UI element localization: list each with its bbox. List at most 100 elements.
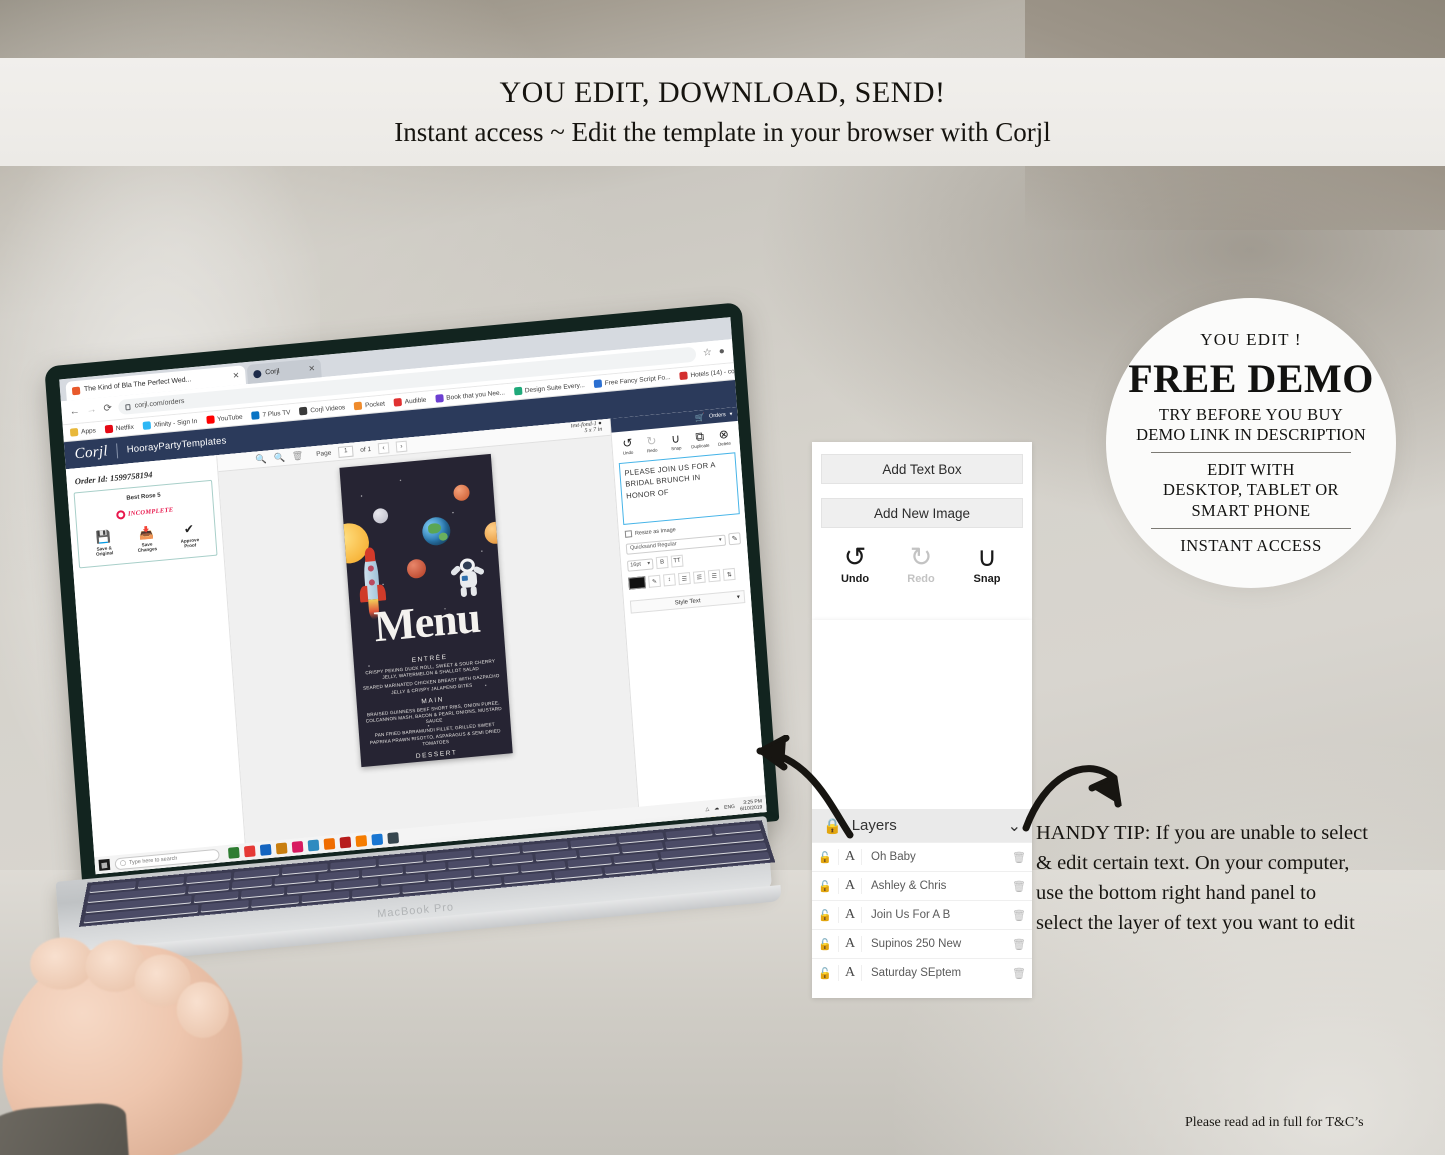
zoom-in-icon[interactable]: 🔍 — [255, 453, 267, 465]
bookmark-label: 7 Plus TV — [262, 408, 291, 419]
prev-page-button[interactable]: ‹ — [377, 441, 390, 454]
add-new-image-button[interactable]: Add New Image — [821, 498, 1023, 528]
style-text-accordion[interactable]: Style Text ▾ — [629, 590, 746, 614]
chevron-down-icon[interactable]: ⌄ — [1008, 816, 1021, 836]
star-icon[interactable]: ☆ — [703, 347, 713, 359]
taskbar-app-icon[interactable] — [307, 839, 320, 852]
close-icon[interactable]: ✕ — [232, 371, 239, 381]
taskbar-app-icon[interactable] — [227, 846, 240, 859]
save-icon: 💾 — [95, 529, 112, 545]
unlock-icon[interactable]: 🔓 — [812, 938, 838, 951]
bookmark-item[interactable]: Book that you Nee... — [435, 388, 505, 403]
layer-row[interactable]: 🔓 A Oh Baby 🗑 — [812, 842, 1032, 871]
next-page-button[interactable]: › — [395, 440, 408, 453]
taskbar-app-icon[interactable] — [371, 833, 384, 846]
taskbar-app-icon[interactable] — [339, 836, 352, 849]
trash-icon[interactable]: 🗑 — [1006, 967, 1032, 980]
bookmark-item[interactable]: Design Suite Every... — [513, 381, 586, 396]
status-dot-icon — [115, 509, 126, 520]
unlock-icon[interactable]: 🔓 — [812, 880, 838, 893]
bookmark-item[interactable]: Apps — [69, 426, 96, 437]
bookmark-item[interactable]: Xfinity - Sign In — [142, 417, 197, 430]
trash-icon[interactable]: 🗑 — [1006, 880, 1032, 893]
delete-icon: ⊗ — [718, 426, 730, 442]
editor-tool-snap[interactable]: ∪ Snap — [664, 431, 687, 452]
unlock-icon[interactable]: 🔓 — [812, 851, 838, 864]
trash-icon[interactable]: 🗑 — [291, 450, 303, 462]
eyedropper-icon[interactable]: ✎ — [648, 574, 661, 588]
taskbar-app-icon[interactable] — [243, 845, 256, 858]
align-center-icon[interactable]: ☰ — [692, 570, 706, 584]
taskbar-app-icon[interactable] — [275, 842, 288, 855]
checkbox-icon[interactable] — [624, 530, 633, 538]
unlock-icon[interactable]: 🔓 — [812, 909, 838, 922]
align-right-icon[interactable]: ☰ — [707, 569, 721, 583]
bookmark-item[interactable]: Pocket — [353, 399, 386, 411]
panel-tool-undo[interactable]: ↺ Undo — [835, 544, 875, 586]
taskbar-app-icon[interactable] — [323, 837, 336, 850]
bookmark-item[interactable]: Free Fancy Script Fo... — [593, 373, 671, 389]
undo-icon: ↺ — [621, 435, 633, 451]
app-sidebar: Order Id: 1599758194 Best Rose 5 INCOMPL… — [65, 455, 247, 875]
font-upload-button[interactable]: ✎ — [728, 532, 742, 546]
taskbar-app-icon[interactable] — [259, 843, 272, 856]
taskbar-app-icon[interactable] — [355, 835, 368, 848]
template-preview[interactable]: Menu ENTRÉE CRISPY PEKING DUCK ROLL, SWEE… — [339, 453, 513, 768]
chevron-down-icon: ▾ — [647, 560, 651, 567]
layer-row[interactable]: 🔓 A Supinos 250 New 🗑 — [812, 929, 1032, 958]
bookmark-item[interactable]: Hotels (14) - cordeen... — [679, 365, 735, 381]
chevron-down-icon[interactable]: ▾ — [730, 411, 733, 417]
bookmark-label: Netflix — [115, 423, 135, 432]
bold-button[interactable]: B — [655, 555, 669, 570]
profile-icon[interactable]: ● — [718, 346, 725, 358]
bookmark-label: Pocket — [364, 399, 386, 409]
bookmark-item[interactable]: Audible — [393, 396, 427, 407]
editor-tool-delete[interactable]: ⊗ Delete — [712, 427, 735, 447]
divider — [1151, 451, 1351, 453]
editor-tool-duplicate[interactable]: ⧉ Duplicate — [688, 429, 711, 450]
back-arrow-icon[interactable]: ← — [69, 406, 80, 418]
reload-icon[interactable]: ⟳ — [103, 403, 112, 415]
font-size-select[interactable]: 16pt ▾ — [626, 557, 654, 572]
color-swatch[interactable] — [628, 576, 646, 590]
taskbar-app-icon[interactable] — [387, 832, 400, 845]
text-direction-icon[interactable]: ⇅ — [722, 567, 736, 581]
bookmark-item[interactable]: YouTube — [205, 413, 243, 425]
style-text-label: Style Text — [674, 597, 701, 607]
panel-tool-label: Undo — [840, 573, 870, 585]
page-number-input[interactable]: 1 — [337, 445, 354, 458]
cart-icon[interactable]: 🛒 — [695, 412, 706, 422]
handy-tip-line-3: use the bottom right hand panel to — [1036, 882, 1317, 905]
trash-icon[interactable]: 🗑 — [1006, 909, 1032, 922]
bookmark-favicon-icon — [299, 406, 308, 416]
text-style-button[interactable]: TT — [670, 554, 684, 568]
text-editor-input[interactable]: PLEASE JOIN US FOR A BRIDAL BRUNCH IN HO… — [618, 452, 740, 525]
trash-icon[interactable]: 🗑 — [1006, 851, 1032, 864]
layer-row[interactable]: 🔓 A Saturday SEptem 🗑 — [812, 958, 1032, 987]
bookmark-item[interactable]: Netflix — [104, 423, 135, 434]
panel-tool-snap[interactable]: ∪ Snap — [967, 544, 1007, 586]
close-icon[interactable]: ✕ — [308, 364, 315, 374]
zoom-out-icon[interactable]: 🔍 — [273, 451, 285, 463]
layer-row[interactable]: 🔓 A Join Us For A B 🗑 — [812, 900, 1032, 929]
bookmark-item[interactable]: Corjl Videos — [299, 403, 345, 416]
order-card[interactable]: Best Rose 5 INCOMPLETE 💾 Save & Original 📥… — [73, 479, 218, 568]
order-action[interactable]: ✔ Approve Proof — [174, 522, 206, 550]
layer-name: Supinos 250 New — [871, 938, 962, 950]
editor-tool-redo: ↻ Redo — [640, 434, 663, 454]
taskbar-app-icon[interactable] — [291, 840, 304, 853]
windows-icon[interactable]: ▦ — [98, 858, 111, 871]
add-text-box-button[interactable]: Add Text Box — [821, 454, 1023, 484]
editor-tool-label: Delete — [717, 440, 731, 447]
layer-row[interactable]: 🔓 A Ashley & Chris 🗑 — [812, 871, 1032, 900]
order-action[interactable]: 📥 Save Changes — [131, 525, 163, 554]
editor-tool-undo[interactable]: ↺ Undo — [616, 436, 639, 456]
order-action[interactable]: 💾 Save & Original — [88, 529, 120, 558]
align-left-icon[interactable]: ☰ — [677, 572, 691, 586]
bookmark-item[interactable]: 7 Plus TV — [251, 408, 291, 420]
status-badge: INCOMPLETE — [80, 502, 209, 523]
line-height-icon[interactable]: ↕ — [663, 573, 676, 587]
trash-icon[interactable]: 🗑 — [1006, 938, 1032, 951]
tab-favicon-icon — [71, 386, 81, 395]
unlock-icon[interactable]: 🔓 — [812, 967, 838, 980]
